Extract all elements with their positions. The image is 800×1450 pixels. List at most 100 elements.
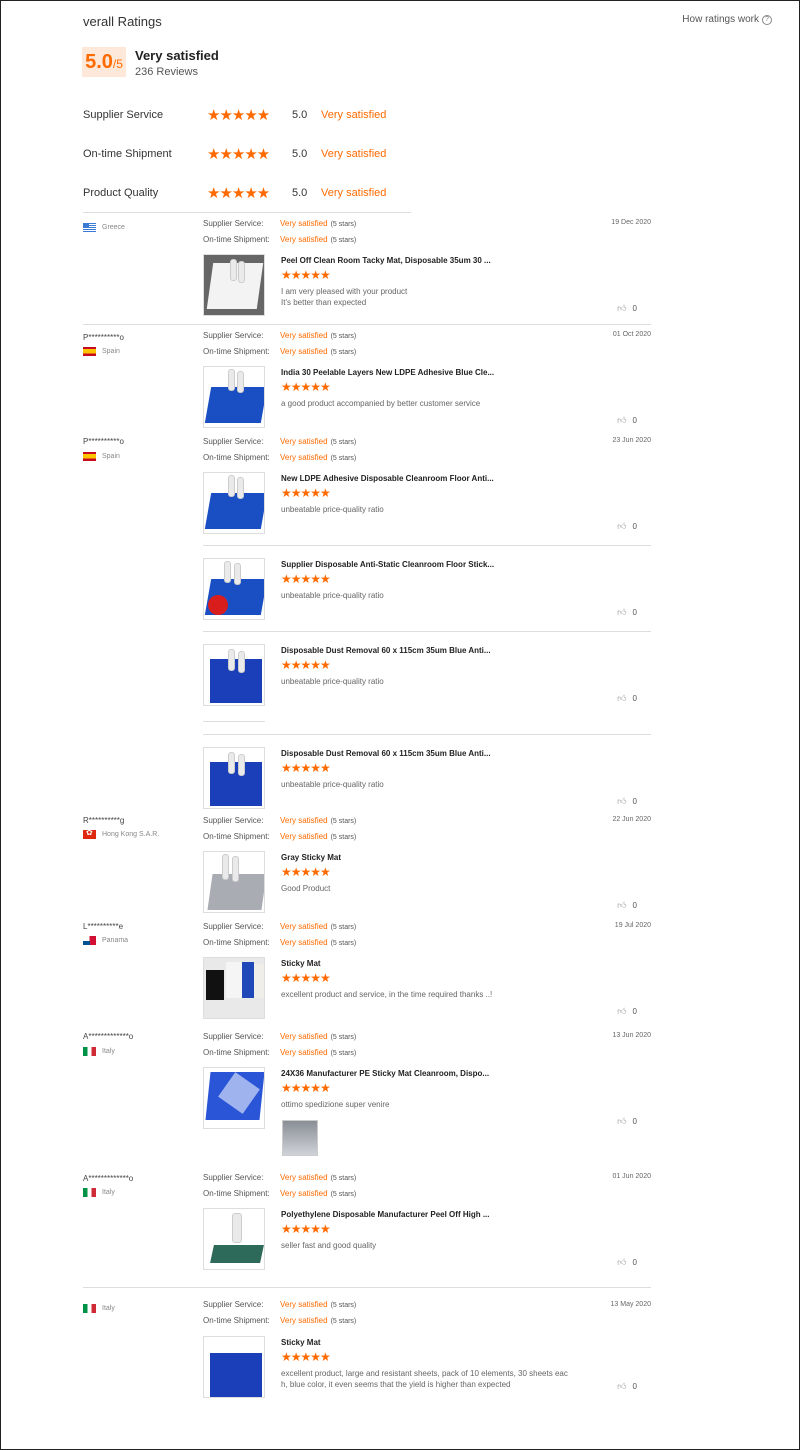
panama-flag-icon bbox=[83, 936, 96, 945]
like-count: 0 bbox=[632, 797, 637, 806]
product-thumbnail[interactable] bbox=[203, 558, 265, 620]
summary-label: Supplier Service bbox=[83, 109, 164, 121]
thumb-up-icon[interactable]: 👍︎ bbox=[617, 900, 626, 911]
review-text: unbeatable price-quality ratio bbox=[281, 677, 581, 688]
product-thumbnail[interactable] bbox=[203, 472, 265, 534]
reviewer-country: Italy bbox=[83, 1188, 115, 1197]
review-line: unbeatable price-quality ratio bbox=[281, 677, 384, 686]
review-date: 01 Jun 2020 bbox=[612, 1173, 651, 1180]
product-name-link[interactable]: 24X36 Manufacturer PE Sticky Mat Cleanro… bbox=[281, 1069, 489, 1078]
review-divider bbox=[83, 324, 651, 325]
review-text: I am very pleased with your product It's … bbox=[281, 287, 581, 308]
like-button[interactable]: 👍︎ 0 bbox=[617, 693, 637, 704]
like-button[interactable]: 👍︎ 0 bbox=[617, 1257, 637, 1268]
how-ratings-work-link[interactable]: How ratings work ? bbox=[682, 14, 772, 25]
review-photo[interactable] bbox=[282, 1120, 318, 1156]
product-name-link[interactable]: India 30 Peelable Layers New LDPE Adhesi… bbox=[281, 368, 494, 377]
like-button[interactable]: 👍︎ 0 bbox=[617, 796, 637, 807]
italy-flag-icon bbox=[83, 1304, 96, 1313]
like-button[interactable]: 👍︎ 0 bbox=[617, 900, 637, 911]
supplier-service-label: Supplier Service: bbox=[203, 219, 264, 228]
product-name-link[interactable]: Sticky Mat bbox=[281, 959, 321, 968]
like-button[interactable]: 👍︎ 0 bbox=[617, 303, 637, 314]
review-product: 24X36 Manufacturer PE Sticky Mat Cleanro… bbox=[203, 1067, 651, 1129]
thumb-up-icon[interactable]: 👍︎ bbox=[617, 607, 626, 618]
product-name-link[interactable]: Supplier Disposable Anti-Static Cleanroo… bbox=[281, 560, 494, 569]
rating-stars-count: (5 stars) bbox=[330, 924, 357, 931]
summary-value: 5.0 bbox=[292, 187, 308, 199]
product-thumbnail[interactable] bbox=[203, 1067, 265, 1129]
review-date: 13 May 2020 bbox=[610, 1301, 651, 1308]
product-thumbnail[interactable] bbox=[203, 1208, 265, 1270]
rating-value: Very satisfied bbox=[280, 1300, 328, 1309]
like-count: 0 bbox=[632, 416, 637, 425]
like-button[interactable]: 👍︎ 0 bbox=[617, 1116, 637, 1127]
rating-value: Very satisfied bbox=[280, 331, 328, 340]
like-count: 0 bbox=[632, 1382, 637, 1391]
thumb-up-icon[interactable]: 👍︎ bbox=[617, 415, 626, 426]
summary-text: Very satisfied bbox=[321, 109, 387, 121]
star-rating-icon: ★★★★★ bbox=[281, 1222, 331, 1236]
overall-score: 5.0 bbox=[85, 51, 113, 73]
like-button[interactable]: 👍︎ 0 bbox=[617, 415, 637, 426]
product-thumbnail[interactable] bbox=[203, 851, 265, 913]
summary-value: 5.0 bbox=[292, 109, 308, 121]
summary-label: Product Quality bbox=[83, 187, 159, 199]
like-button[interactable]: 👍︎ 0 bbox=[617, 607, 637, 618]
like-count: 0 bbox=[632, 1258, 637, 1267]
help-icon[interactable]: ? bbox=[762, 14, 772, 25]
review-text: excellent product, large and resistant s… bbox=[281, 1369, 601, 1390]
product-thumbnail[interactable] bbox=[203, 366, 265, 428]
review-line: unbeatable price-quality ratio bbox=[281, 591, 384, 600]
supplier-service-label: Supplier Service: bbox=[203, 1032, 264, 1041]
review-text: ottimo spedizione super venire bbox=[281, 1100, 581, 1111]
rating-stars-count: (5 stars) bbox=[330, 818, 357, 825]
star-rating-icon: ★★★★★ bbox=[207, 185, 270, 202]
like-count: 0 bbox=[632, 1117, 637, 1126]
review-product: Sticky Mat ★★★★★ excellent product and s… bbox=[203, 957, 651, 1019]
reviewer-country: Italy bbox=[83, 1304, 115, 1313]
review-ratings: Supplier Service: Very satisfied (5 stars)… bbox=[203, 435, 356, 466]
thumb-up-icon[interactable]: 👍︎ bbox=[617, 1116, 626, 1127]
star-rating-icon: ★★★★★ bbox=[281, 1350, 331, 1364]
thumb-up-icon[interactable]: 👍︎ bbox=[617, 1381, 626, 1392]
product-thumbnail[interactable] bbox=[203, 644, 265, 706]
review-line: excellent product, large and resistant s… bbox=[281, 1369, 568, 1378]
how-ratings-work-label[interactable]: How ratings work bbox=[682, 14, 759, 25]
review-date: 19 Jul 2020 bbox=[614, 922, 651, 929]
product-name-link[interactable]: Polyethylene Disposable Manufacturer Pee… bbox=[281, 1210, 490, 1219]
rating-value: Very satisfied bbox=[280, 1047, 328, 1057]
like-button[interactable]: 👍︎ 0 bbox=[617, 1381, 637, 1392]
thumb-up-icon[interactable]: 👍︎ bbox=[617, 521, 626, 532]
review-product: Sticky Mat ★★★★★ excellent product, larg… bbox=[203, 1336, 651, 1398]
product-thumbnail[interactable] bbox=[203, 747, 265, 809]
product-thumbnail[interactable] bbox=[203, 1336, 265, 1398]
product-name-link[interactable]: Sticky Mat bbox=[281, 1338, 321, 1347]
rating-stars-count: (5 stars) bbox=[330, 833, 357, 841]
review-line: I am very pleased with your product bbox=[281, 287, 408, 296]
ontime-shipment-label: On-time Shipment: bbox=[203, 1315, 270, 1325]
country-label: Italy bbox=[102, 1189, 115, 1196]
review-text: unbeatable price-quality ratio bbox=[281, 591, 581, 602]
country-label: Hong Kong S.A.R. bbox=[102, 831, 160, 838]
product-thumbnail[interactable] bbox=[203, 254, 265, 316]
review-ratings: Supplier Service: Very satisfied (5 stars)… bbox=[203, 1298, 356, 1329]
reviewer-country: Spain bbox=[83, 452, 120, 461]
thumb-up-icon[interactable]: 👍︎ bbox=[617, 1257, 626, 1268]
product-name-link[interactable]: Peel Off Clean Room Tacky Mat, Disposabl… bbox=[281, 256, 491, 265]
supplier-service-label: Supplier Service: bbox=[203, 922, 264, 931]
product-name-link[interactable]: Gray Sticky Mat bbox=[281, 853, 341, 862]
product-name-link[interactable]: New LDPE Adhesive Disposable Cleanroom F… bbox=[281, 474, 494, 483]
thumb-up-icon[interactable]: 👍︎ bbox=[617, 796, 626, 807]
product-name-link[interactable]: Disposable Dust Removal 60 x 115cm 35um … bbox=[281, 646, 491, 655]
product-name-link[interactable]: Disposable Dust Removal 60 x 115cm 35um … bbox=[281, 749, 491, 758]
like-button[interactable]: 👍︎ 0 bbox=[617, 521, 637, 532]
thumb-up-icon[interactable]: 👍︎ bbox=[617, 693, 626, 704]
supplier-service-label: Supplier Service: bbox=[203, 1173, 264, 1182]
like-button[interactable]: 👍︎ 0 bbox=[617, 1006, 637, 1017]
review-line: It's better than expected bbox=[281, 297, 367, 307]
thumb-up-icon[interactable]: 👍︎ bbox=[617, 1006, 626, 1017]
product-thumbnail[interactable] bbox=[203, 957, 265, 1019]
thumb-up-icon[interactable]: 👍︎ bbox=[617, 303, 626, 314]
reviewer-country: Italy bbox=[83, 1047, 115, 1056]
